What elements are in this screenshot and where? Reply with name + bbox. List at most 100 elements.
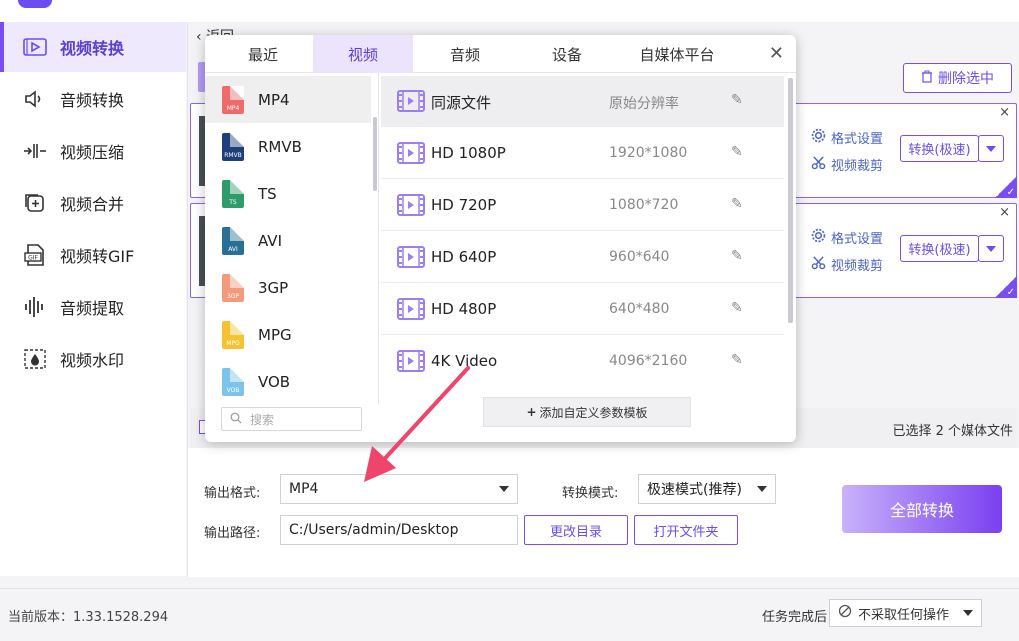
convert-mode-select[interactable]: 极速模式(推荐) xyxy=(638,474,776,504)
resolution-value: 原始分辨率 xyxy=(609,96,679,112)
format-search-input[interactable]: 搜索 xyxy=(221,407,362,431)
format-settings-label: 格式设置 xyxy=(831,232,884,247)
resolution-value: 1080*720 xyxy=(609,197,679,213)
resolution-value: 1920*1080 xyxy=(609,145,688,161)
after-task-select[interactable]: 不采取任何操作 xyxy=(829,599,982,627)
chevron-down-icon xyxy=(986,145,996,152)
sidebar-item-audio-extract[interactable]: 音频提取 xyxy=(0,282,186,332)
format-list: MP4 MP4 RMVB RMVB TS TS AVI AVI 3GP 3GP … xyxy=(205,73,379,404)
format-label: MP4 xyxy=(258,90,290,109)
close-icon[interactable]: × xyxy=(999,105,1010,120)
delete-selected-label: 删除选中 xyxy=(938,71,994,87)
sidebar-item-video-gif[interactable]: GIF 视频转GIF xyxy=(0,230,186,280)
format-label: RMVB xyxy=(258,137,302,156)
video-film-icon xyxy=(397,298,425,324)
close-icon[interactable]: × xyxy=(999,205,1010,220)
video-film-icon xyxy=(397,142,425,168)
convert-options-dropdown[interactable] xyxy=(978,135,1004,162)
convert-mode-value: 极速模式(推荐) xyxy=(647,482,742,498)
convert-fast-button[interactable]: 转换(极速) xyxy=(900,235,979,262)
format-settings-link[interactable]: 格式设置 xyxy=(811,228,883,247)
resolution-value: 4096*2160 xyxy=(609,353,688,369)
sidebar-item-audio-convert[interactable]: 音频转换 xyxy=(0,74,186,124)
edit-icon[interactable]: ✎ xyxy=(731,300,743,316)
format-item-avi[interactable]: AVI AVI xyxy=(205,217,371,264)
output-format-value: MP4 xyxy=(289,481,319,497)
sidebar-item-label: 音频提取 xyxy=(60,299,125,318)
resolution-item[interactable]: HD 1080P 1920*1080 ✎ xyxy=(381,128,784,179)
resolution-item[interactable]: HD 640P 960*640 ✎ xyxy=(381,232,784,283)
vob-file-icon: VOB xyxy=(222,367,244,396)
resolution-value: 640*480 xyxy=(609,301,670,317)
format-settings-link[interactable]: 格式设置 xyxy=(811,128,883,147)
video-crop-link[interactable]: 视频裁剪 xyxy=(811,255,883,274)
gear-icon xyxy=(811,128,826,147)
selected-count: 已选择 2 个媒体文件 xyxy=(892,424,1013,439)
video-crop-link[interactable]: 视频裁剪 xyxy=(811,155,883,174)
convert-all-button[interactable]: 全部转换 xyxy=(842,485,1002,533)
search-icon xyxy=(230,412,242,427)
edit-icon[interactable]: ✎ xyxy=(731,196,743,212)
format-item-mpg[interactable]: MPG MPG xyxy=(205,311,371,358)
gear-icon xyxy=(811,228,826,247)
sidebar-spacer xyxy=(0,384,186,576)
tab-video[interactable]: 视频 xyxy=(313,35,413,73)
format-list-scrollbar[interactable] xyxy=(373,117,377,191)
tab-device[interactable]: 设备 xyxy=(517,35,617,73)
edit-icon[interactable]: ✎ xyxy=(731,248,743,264)
sidebar-item-label: 视频转换 xyxy=(60,39,125,58)
sidebar-item-watermark[interactable]: 视频水印 xyxy=(0,334,186,384)
format-item-ts[interactable]: TS TS xyxy=(205,170,371,217)
sidebar-item-label: 视频压缩 xyxy=(60,143,125,162)
edit-icon[interactable]: ✎ xyxy=(731,144,743,160)
resolution-list-scrollbar[interactable] xyxy=(788,78,793,323)
tab-audio[interactable]: 音频 xyxy=(415,35,515,73)
chevron-down-icon xyxy=(499,486,509,492)
change-directory-button[interactable]: 更改目录 xyxy=(524,515,628,545)
chevron-down-icon xyxy=(963,610,973,616)
format-label: VOB xyxy=(258,372,291,391)
resolution-list: 同源文件 原始分辨率 ✎ HD 1080P 1920*1080 ✎ HD 720… xyxy=(379,73,796,404)
sidebar-item-video-convert[interactable]: 视频转换 xyxy=(0,22,186,72)
edit-icon[interactable]: ✎ xyxy=(731,352,743,368)
annotation-arrow xyxy=(364,366,470,482)
convert-fast-button[interactable]: 转换(极速) xyxy=(900,135,979,162)
delete-selected-button[interactable]: 删除选中 xyxy=(903,63,1012,93)
video-crop-label: 视频裁剪 xyxy=(831,159,884,174)
video-merge-icon xyxy=(22,191,48,215)
open-folder-button[interactable]: 打开文件夹 xyxy=(634,515,738,545)
video-compress-icon xyxy=(22,139,48,163)
sidebar-item-video-compress[interactable]: 视频压缩 xyxy=(0,126,186,176)
resolution-name: HD 720P xyxy=(431,196,497,214)
format-item-3gp[interactable]: 3GP 3GP xyxy=(205,264,371,311)
resolution-item[interactable]: HD 480P 640*480 ✎ xyxy=(381,284,784,335)
tab-recent[interactable]: 最近 xyxy=(213,35,313,73)
convert-options-dropdown[interactable] xyxy=(978,235,1004,262)
format-item-rmvb[interactable]: RMVB RMVB xyxy=(205,123,371,170)
selected-check-icon xyxy=(995,176,1017,198)
format-popup: 最近 视频 音频 设备 自媒体平台 ✕ MP4 MP4 RMVB RMVB TS… xyxy=(205,35,796,442)
resolution-name: HD 480P xyxy=(431,300,497,318)
sidebar: 视频转换 音频转换 视频压缩 视频合并 GIF 视频转GIF 音频提取 视频水印 xyxy=(0,22,186,384)
output-path-input[interactable] xyxy=(280,515,518,545)
format-item-vob[interactable]: VOB VOB xyxy=(205,358,371,404)
chevron-down-icon xyxy=(986,245,996,252)
edit-icon[interactable]: ✎ xyxy=(731,92,743,108)
add-custom-template-button[interactable]: + 添加自定义参数模板 xyxy=(483,397,691,427)
convert-mode-label: 转换模式: xyxy=(562,486,619,501)
resolution-item[interactable]: HD 720P 1080*720 ✎ xyxy=(381,180,784,231)
audio-extract-icon xyxy=(22,295,48,319)
scissors-icon xyxy=(811,155,826,174)
sidebar-item-video-merge[interactable]: 视频合并 xyxy=(0,178,186,228)
video-crop-label: 视频裁剪 xyxy=(831,259,884,274)
resolution-item[interactable]: 同源文件 原始分辨率 ✎ xyxy=(381,76,784,127)
close-icon[interactable]: ✕ xyxy=(769,43,784,64)
sidebar-item-label: 视频水印 xyxy=(60,351,125,370)
format-label: AVI xyxy=(258,231,282,250)
tab-media-platform[interactable]: 自媒体平台 xyxy=(619,35,735,73)
format-item-mp4[interactable]: MP4 MP4 xyxy=(205,76,371,123)
resolution-name: HD 640P xyxy=(431,248,497,266)
mpg-file-icon: MPG xyxy=(222,320,244,349)
video-film-icon xyxy=(397,246,425,272)
format-settings-label: 格式设置 xyxy=(831,132,884,147)
